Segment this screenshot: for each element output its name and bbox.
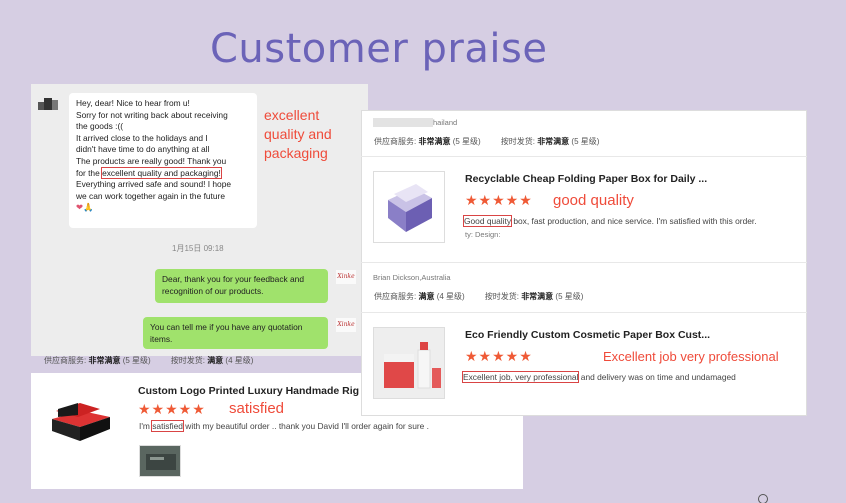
star-rating: ★★★★★ xyxy=(465,192,533,208)
review-extra: ty: Design: xyxy=(465,230,501,239)
seller-logo-icon: Xinke xyxy=(336,270,356,284)
annotation-excellent-quality: excellent quality and packaging xyxy=(264,107,332,161)
annotation-satisfied: satisfied xyxy=(229,400,285,417)
review-text: Excellent job, very professional and del… xyxy=(461,371,736,383)
message-line: Sorry for not writing back about receivi… xyxy=(76,109,228,120)
annotation-good-quality: good quality xyxy=(553,192,634,209)
message-line: The products are really good! Thank you xyxy=(76,155,227,166)
message-line: Everything arrived safe and sound! I hop… xyxy=(76,179,232,190)
message-line: didn't have time to do anything at all xyxy=(76,144,210,155)
divider xyxy=(361,262,807,263)
slide-title: Customer praise xyxy=(210,26,548,72)
message-line: Hey, dear! Nice to hear from u! xyxy=(76,98,190,108)
seller-reply-bubble: Dear, thank you for your feedback and re… xyxy=(155,269,328,303)
star-rating: ★★★★★ xyxy=(465,348,533,364)
customer-avatar xyxy=(38,96,60,114)
product-thumbnail[interactable] xyxy=(44,387,119,447)
left-rating-line: 供应商服务: 非常满意 (5 星级) 按时发货: 满意 (4 星级) xyxy=(44,356,254,365)
chat-timestamp: 1月15日 09:18 xyxy=(172,244,224,253)
right-rating-line: 供应商服务: 非常满意 (5 星级) 按时发货: 非常满意 (5 星级) xyxy=(374,137,600,146)
seller-reply-bubble: You can tell me if you have any quotatio… xyxy=(143,317,328,349)
reviewer-country: hailand xyxy=(433,118,458,127)
highlight-box: Good quality xyxy=(462,215,513,227)
product-title-link[interactable]: Custom Logo Printed Luxury Handmade Rig xyxy=(138,385,359,397)
product-title-link[interactable]: Eco Friendly Custom Cosmetic Paper Box C… xyxy=(465,329,710,341)
zoom-icon[interactable] xyxy=(758,494,768,503)
annotation-excellent-job: Excellent job very professional xyxy=(603,349,779,364)
reviewer-country: Brian Dickson,Australia xyxy=(373,273,451,282)
highlight-box: excellent quality and packaging! xyxy=(101,166,222,179)
star-rating: ★★★★★ xyxy=(138,401,206,417)
message-line: It arrived close to the holidays and I xyxy=(76,132,208,143)
product-thumbnail[interactable] xyxy=(373,171,445,243)
highlight-box: Excellent job, very professional xyxy=(461,371,580,383)
seller-logo-icon: Xinke xyxy=(336,318,356,332)
review-photo-thumbnail[interactable] xyxy=(139,445,181,477)
product-thumbnail[interactable] xyxy=(373,327,445,399)
customer-message-bubble: Hey, dear! Nice to hear from u! Sorry fo… xyxy=(69,93,257,228)
divider xyxy=(361,312,807,313)
highlight-box: satisfied xyxy=(151,420,184,432)
message-line: the goods :(( xyxy=(76,121,124,132)
divider xyxy=(361,156,807,157)
right-rating-line: 供应商服务: 满意 (4 星级) 按时发货: 非常满意 (5 星级) xyxy=(374,292,584,301)
product-title-link[interactable]: Recyclable Cheap Folding Paper Box for D… xyxy=(465,173,707,185)
review-text: Good quality box, fast production, and n… xyxy=(462,215,757,227)
message-line-highlight: for the excellent quality and packaging! xyxy=(76,166,222,179)
heart-pray-emoji: ❤🙏 xyxy=(76,202,94,213)
message-line: we can work together again in the future xyxy=(76,190,225,201)
blurred-reviewer-name xyxy=(373,118,433,127)
review-text: I'm satisfied with my beautiful order ..… xyxy=(139,420,429,432)
